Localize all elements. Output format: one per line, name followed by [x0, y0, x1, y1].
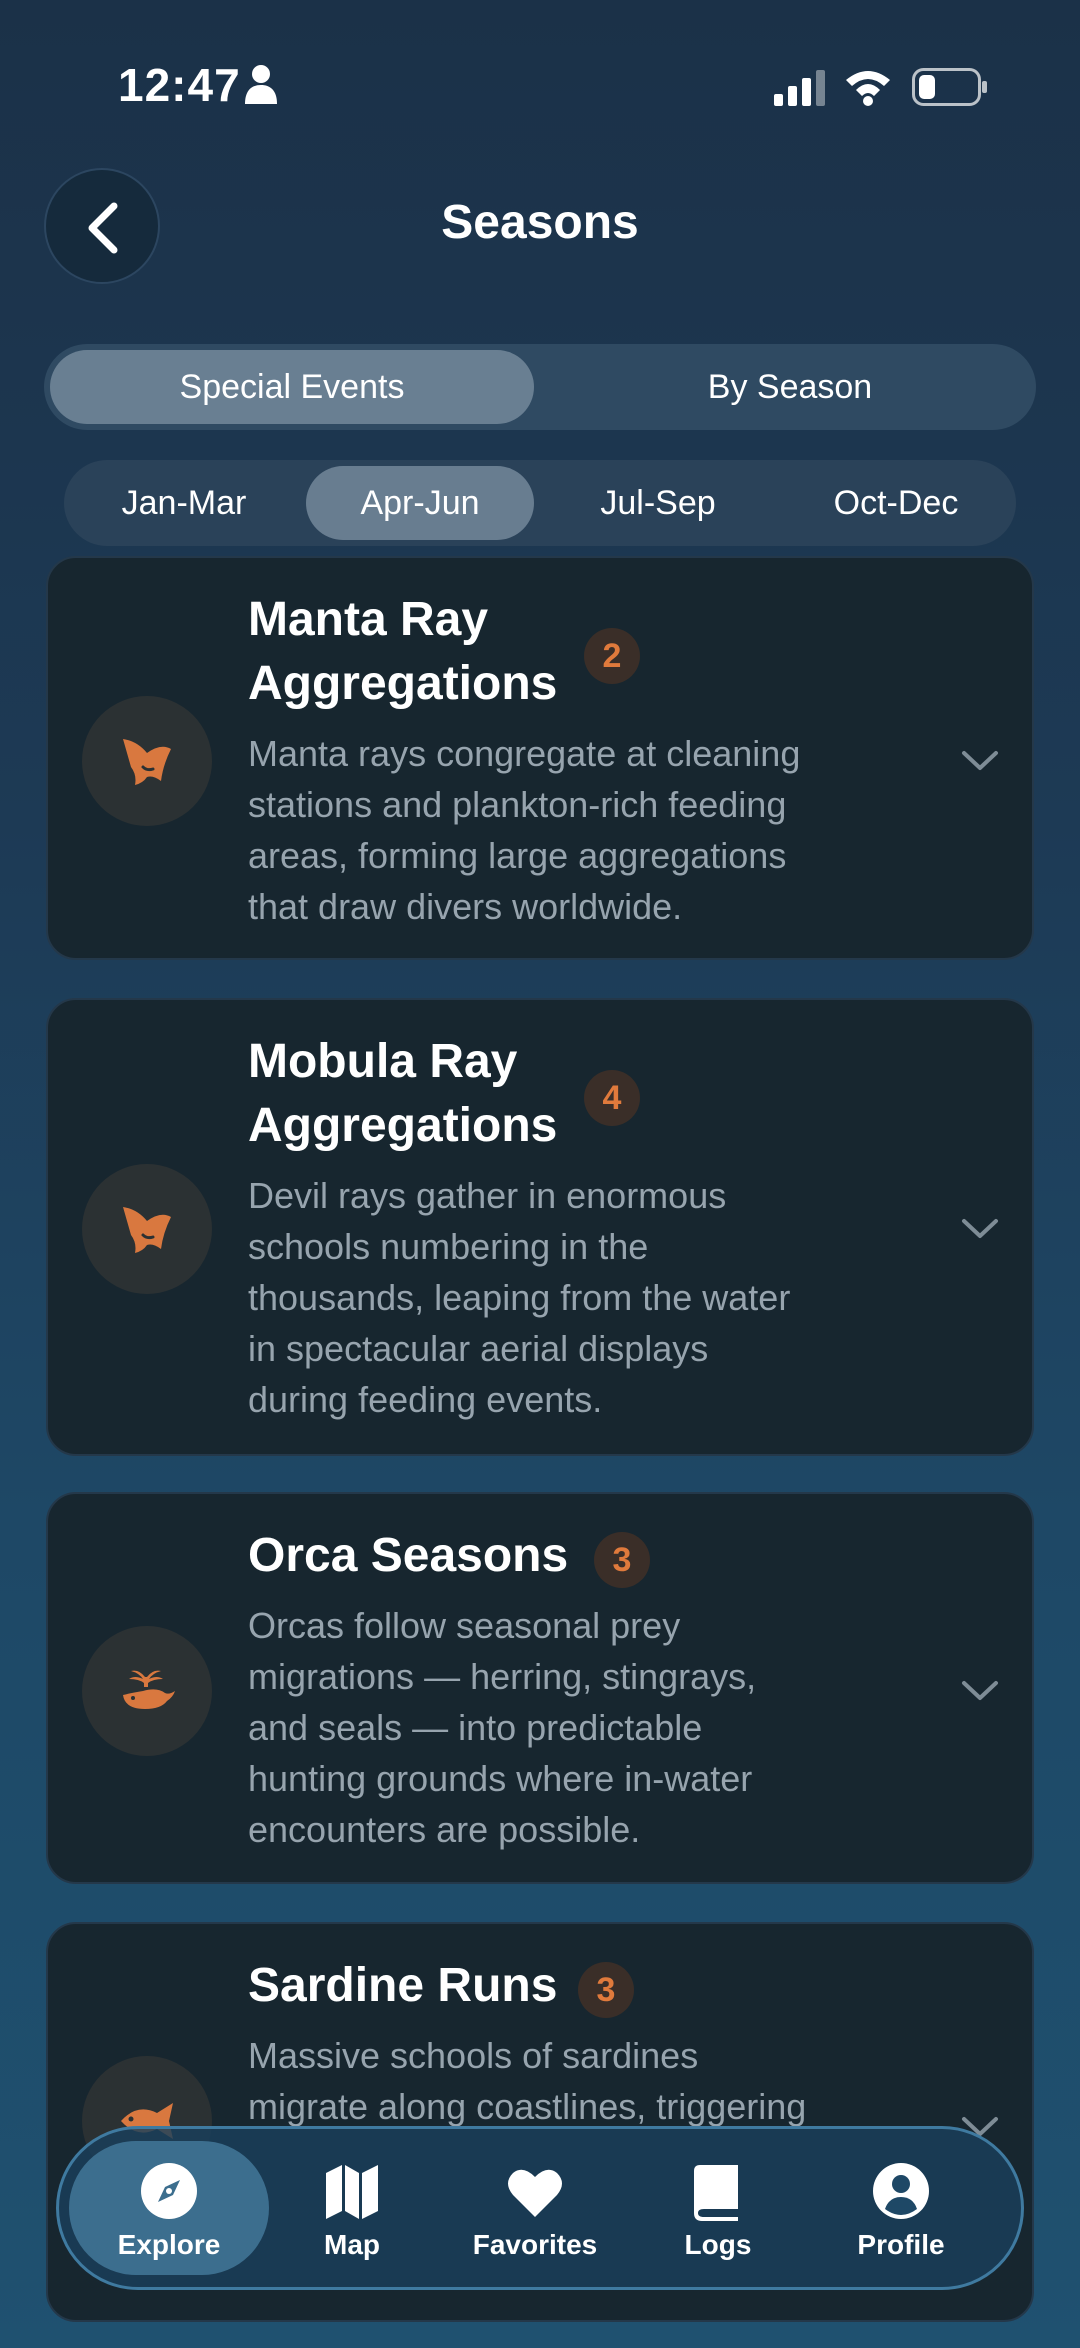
event-count-badge: 4 — [584, 1070, 640, 1126]
event-description: Orcas follow seasonal prey migrations — … — [248, 1605, 757, 1850]
event-card-mobula-ray[interactable]: Mobula Ray Aggregations 4 Devil rays gat… — [46, 998, 1034, 1456]
map-icon — [326, 2165, 378, 2219]
book-icon — [694, 2165, 738, 2221]
nav-label: Map — [324, 2229, 380, 2260]
event-icon-container — [82, 1626, 212, 1756]
event-description: Manta rays congregate at cleaning statio… — [248, 733, 801, 927]
nav-favorites[interactable]: Favorites — [435, 2141, 635, 2275]
event-count-badge: 3 — [594, 1532, 650, 1588]
event-title: Orca Seasons — [248, 1529, 569, 1582]
tab-apr-jun[interactable]: Apr-Jun — [306, 466, 534, 540]
nav-profile[interactable]: Profile — [801, 2141, 1001, 2275]
page-title: Seasons — [441, 196, 639, 249]
segment-special-events[interactable]: Special Events — [50, 350, 534, 424]
nav-explore[interactable]: Explore — [69, 2141, 269, 2275]
segment-by-season[interactable]: By Season — [548, 350, 1032, 424]
mobula-ray-icon — [123, 1207, 171, 1253]
wifi-icon — [846, 71, 890, 106]
view-segmented-control: Special Events By Season — [44, 344, 1036, 430]
quarter-tabs: Jan-Mar Apr-Jun Jul-Sep Oct-Dec — [64, 460, 1016, 546]
event-description: Devil rays gather in enormous schools nu… — [248, 1175, 791, 1420]
manta-ray-icon — [123, 739, 171, 785]
status-bar: 12:47 — [0, 0, 1080, 170]
nav-logs[interactable]: Logs — [618, 2141, 818, 2275]
tab-jul-sep[interactable]: Jul-Sep — [544, 466, 772, 540]
event-description: Massive schools of sardines migrate alon… — [248, 2035, 807, 2127]
compass-icon — [141, 2163, 197, 2219]
event-title: Sardine Runs — [248, 1959, 558, 2012]
battery-icon — [912, 68, 987, 106]
person-icon — [245, 65, 277, 104]
heart-icon — [508, 2169, 562, 2217]
event-title: Manta Ray Aggregations — [248, 593, 558, 710]
nav-map[interactable]: Map — [252, 2141, 452, 2275]
event-card-manta-ray[interactable]: Manta Ray Aggregations 2 Manta rays cong… — [46, 556, 1034, 960]
bottom-nav-bar: Explore Map Favorites Logs Profile — [56, 2126, 1024, 2290]
chevron-down-icon[interactable] — [960, 748, 1000, 774]
nav-label: Explore — [117, 2229, 221, 2260]
signal-icon — [774, 70, 825, 106]
nav-label: Favorites — [472, 2229, 598, 2260]
event-icon-container — [82, 1164, 212, 1294]
nav-label: Logs — [684, 2229, 752, 2260]
event-card-orca[interactable]: Orca Seasons 3 Orcas follow seasonal pre… — [46, 1492, 1034, 1884]
whale-icon — [123, 1670, 175, 1709]
tab-oct-dec[interactable]: Oct-Dec — [782, 466, 1010, 540]
event-count-badge: 3 — [578, 1962, 634, 2018]
person-circle-icon — [873, 2163, 929, 2219]
status-time: 12:47 — [118, 59, 241, 111]
event-title: Mobula Ray Aggregations — [248, 1035, 558, 1152]
event-count-badge: 2 — [584, 628, 640, 684]
chevron-down-icon[interactable] — [960, 1216, 1000, 1242]
chevron-down-icon[interactable] — [960, 1678, 1000, 1704]
event-icon-container — [82, 696, 212, 826]
nav-label: Profile — [857, 2229, 945, 2260]
tab-jan-mar[interactable]: Jan-Mar — [70, 466, 298, 540]
